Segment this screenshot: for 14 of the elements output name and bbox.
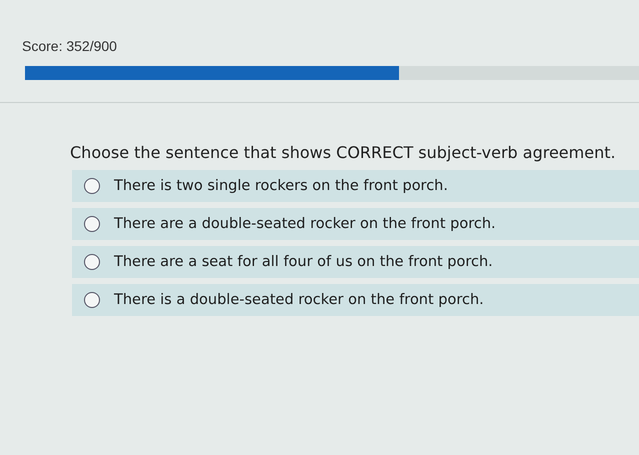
answer-option[interactable]: There is two single rockers on the front porch. — [72, 170, 639, 202]
question-text: Choose the sentence that shows CORRECT subject-verb agreement. — [70, 143, 617, 162]
answer-label: There are a double-seated rocker on the front porch. — [114, 216, 496, 232]
radio-button[interactable] — [84, 292, 100, 308]
answer-option[interactable]: There are a seat for all four of us on the front porch. — [72, 246, 639, 278]
radio-button[interactable] — [84, 216, 100, 232]
answer-label: There are a seat for all four of us on the front porch. — [114, 254, 493, 270]
answer-option[interactable]: There is a double-seated rocker on the front porch. — [72, 284, 639, 316]
answer-label: There is a double-seated rocker on the front porch. — [114, 292, 484, 308]
radio-button[interactable] — [84, 178, 100, 194]
radio-button[interactable] — [84, 254, 100, 270]
score-text: Score: 352/900 — [22, 38, 118, 54]
answer-label: There is two single rockers on the front porch. — [114, 178, 448, 194]
answer-option[interactable]: There are a double-seated rocker on the front porch. — [72, 208, 639, 240]
